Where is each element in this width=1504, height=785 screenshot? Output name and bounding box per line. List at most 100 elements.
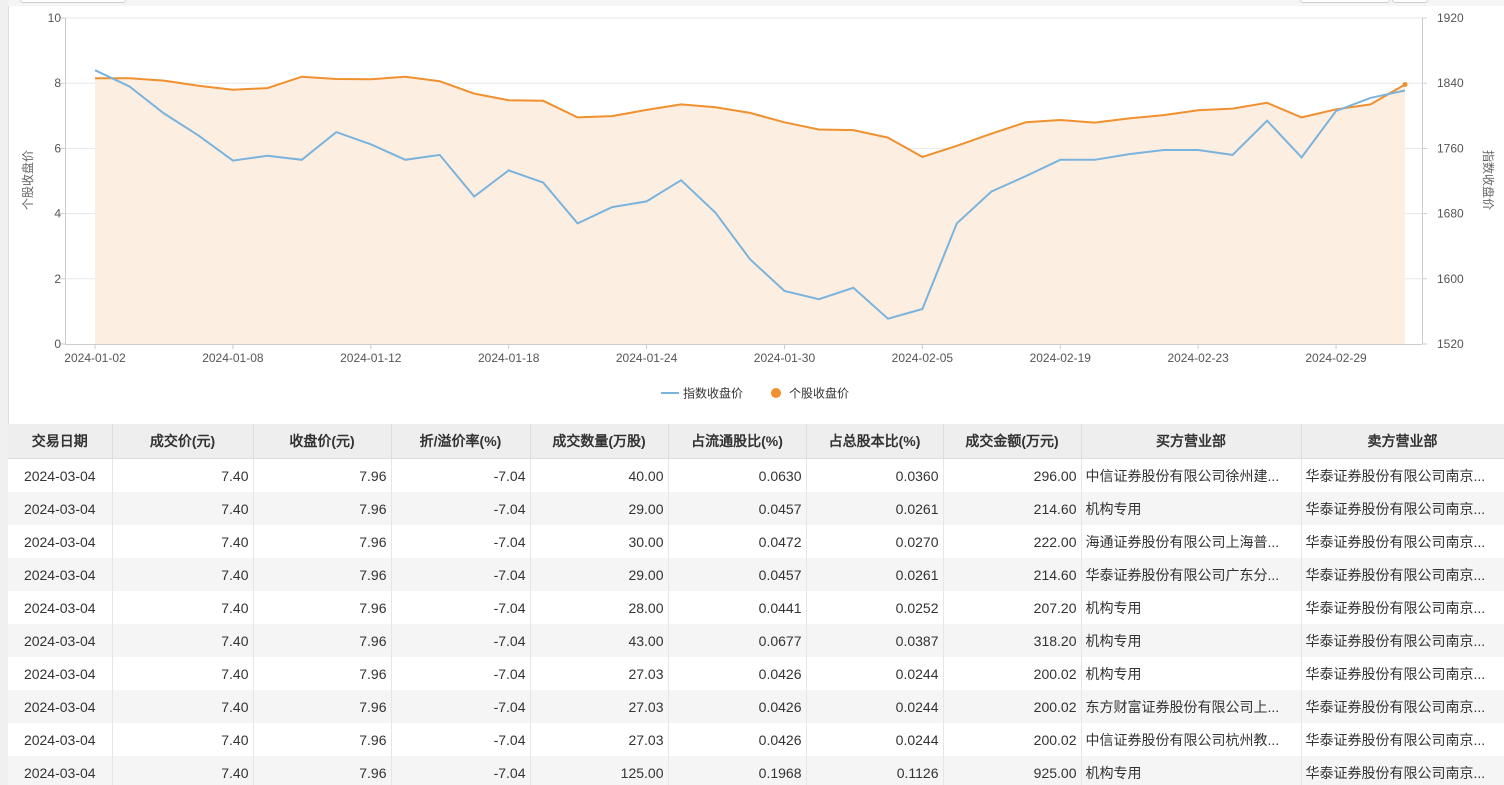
cell-close-price: 7.96 (253, 558, 392, 591)
x-axis-ticks: 2024-01-02 2024-01-08 2024-01-12 2024-01-18… (64, 344, 1367, 365)
y-axis-right-label: 指数收盘价 (1481, 150, 1496, 210)
cell-trade-date: 2024-03-04 (8, 458, 113, 492)
price-chart: 0 2 4 6 8 10 1520 1600 1680 1760 1840 1920 2024-01… (20, 11, 1496, 401)
cell-total-ratio: 0.0244 (806, 657, 944, 690)
cell-close-price: 7.96 (253, 492, 392, 525)
x-tick-label: 2024-01-08 (202, 351, 264, 365)
cell-deal-price: 7.40 (112, 756, 254, 785)
cell-deal-price: 7.40 (112, 591, 254, 624)
y-axis-left-ticks: 0 2 4 6 8 10 (48, 11, 65, 351)
cell-close-price: 7.96 (253, 458, 392, 492)
cell-trade-date: 2024-03-04 (8, 591, 113, 624)
cell-amount: 200.02 (943, 723, 1082, 756)
cell-trade-date: 2024-03-04 (8, 723, 113, 756)
table-row[interactable]: 2024-03-04 7.40 7.96 -7.04 28.00 0.0441 0.0252… (8, 591, 1504, 624)
table-row[interactable]: 2024-03-04 7.40 7.96 -7.04 125.00 0.1968 0.112… (8, 756, 1504, 785)
table-row[interactable]: 2024-03-04 7.40 7.96 -7.04 27.03 0.0426 0.0244… (8, 723, 1504, 756)
cell-float-ratio: 0.0677 (668, 624, 807, 657)
cell-amount: 200.02 (943, 657, 1082, 690)
x-tick-label: 2024-01-18 (478, 351, 540, 365)
cell-premium-rate: -7.04 (391, 723, 531, 756)
cell-trade-date: 2024-03-04 (8, 558, 113, 591)
cell-buyer: 机构专用 (1081, 657, 1302, 690)
cell-buyer: 海通证券股份有限公司上海普... (1081, 525, 1302, 558)
cell-seller: 华泰证券股份有限公司南京... (1301, 657, 1504, 690)
cell-close-price: 7.96 (253, 723, 392, 756)
cell-float-ratio: 0.0426 (668, 657, 807, 690)
cell-close-price: 7.96 (253, 690, 392, 723)
series-point-last (1402, 82, 1408, 88)
cell-float-ratio: 0.1968 (668, 756, 807, 785)
cell-volume: 29.00 (530, 492, 669, 525)
block-trade-table-container[interactable]: 交易日期 成交价(元) 收盘价(元) 折/溢价率(%) 成交数量(万股) 占流通股比(%)… (8, 424, 1504, 785)
cell-volume: 28.00 (530, 591, 669, 624)
cell-premium-rate: -7.04 (391, 591, 531, 624)
cell-premium-rate: -7.04 (391, 525, 531, 558)
cell-float-ratio: 0.0457 (668, 492, 807, 525)
cell-deal-price: 7.40 (112, 492, 254, 525)
table-header-row: 交易日期 成交价(元) 收盘价(元) 折/溢价率(%) 成交数量(万股) 占流通股比(%)… (8, 424, 1504, 459)
table-row[interactable]: 2024-03-04 7.40 7.96 -7.04 27.03 0.0426 0.0244… (8, 657, 1504, 690)
cell-total-ratio: 0.1126 (806, 756, 944, 785)
column-header[interactable]: 收盘价(元) (253, 424, 392, 459)
cell-amount: 207.20 (943, 591, 1082, 624)
cell-deal-price: 7.40 (112, 458, 254, 492)
x-tick-label: 2024-02-23 (1167, 351, 1229, 365)
cell-close-price: 7.96 (253, 624, 392, 657)
y-axis-left-label: 个股收盘价 (20, 150, 35, 210)
cell-float-ratio: 0.0426 (668, 723, 807, 756)
cell-total-ratio: 0.0261 (806, 558, 944, 591)
cell-premium-rate: -7.04 (391, 492, 531, 525)
y-left-tick-label: 6 (54, 141, 61, 155)
y-right-tick-label: 1600 (1437, 272, 1464, 286)
table-row[interactable]: 2024-03-04 7.40 7.96 -7.04 43.00 0.0677 0.0387… (8, 624, 1504, 657)
cell-total-ratio: 0.0360 (806, 458, 944, 492)
column-header[interactable]: 成交数量(万股) (530, 424, 669, 459)
chart-legend[interactable]: 指数收盘价 个股收盘价 (661, 386, 849, 401)
cell-seller: 华泰证券股份有限公司南京... (1301, 690, 1504, 723)
cell-premium-rate: -7.04 (391, 756, 531, 785)
legend-item-stock[interactable]: 个股收盘价 (771, 386, 849, 401)
stock-close-area (95, 76, 1405, 344)
cell-deal-price: 7.40 (112, 723, 254, 756)
cell-float-ratio: 0.0472 (668, 525, 807, 558)
table-row[interactable]: 2024-03-04 7.40 7.96 -7.04 40.00 0.0630 0.0360… (8, 458, 1504, 492)
y-right-tick-label: 1680 (1437, 207, 1464, 221)
column-header[interactable]: 交易日期 (8, 424, 113, 459)
cell-buyer: 中信证券股份有限公司杭州教... (1081, 723, 1302, 756)
cell-premium-rate: -7.04 (391, 624, 531, 657)
y-right-tick-label: 1520 (1437, 337, 1464, 351)
cell-trade-date: 2024-03-04 (8, 657, 113, 690)
cell-close-price: 7.96 (253, 657, 392, 690)
cell-amount: 214.60 (943, 558, 1082, 591)
cell-trade-date: 2024-03-04 (8, 525, 113, 558)
x-tick-label: 2024-02-29 (1305, 351, 1367, 365)
cell-seller: 华泰证券股份有限公司南京... (1301, 458, 1504, 492)
x-tick-label: 2024-02-19 (1030, 351, 1092, 365)
cell-volume: 43.00 (530, 624, 669, 657)
cell-float-ratio: 0.0457 (668, 558, 807, 591)
table-row[interactable]: 2024-03-04 7.40 7.96 -7.04 29.00 0.0457 0.0261… (8, 558, 1504, 591)
y-left-tick-label: 4 (54, 207, 61, 221)
table-row[interactable]: 2024-03-04 7.40 7.96 -7.04 27.03 0.0426 0.0244… (8, 690, 1504, 723)
column-header[interactable]: 成交金额(万元) (943, 424, 1082, 459)
cell-total-ratio: 0.0387 (806, 624, 944, 657)
cell-buyer: 东方财富证券股份有限公司上... (1081, 690, 1302, 723)
y-left-tick-label: 8 (54, 76, 61, 90)
cell-amount: 200.02 (943, 690, 1082, 723)
table-row[interactable]: 2024-03-04 7.40 7.96 -7.04 29.00 0.0457 0.0261… (8, 492, 1504, 525)
y-right-tick-label: 1920 (1437, 11, 1464, 25)
cell-amount: 214.60 (943, 492, 1082, 525)
cell-deal-price: 7.40 (112, 624, 254, 657)
legend-item-index[interactable]: 指数收盘价 (661, 386, 743, 401)
table-row[interactable]: 2024-03-04 7.40 7.96 -7.04 30.00 0.0472 0.0270… (8, 525, 1504, 558)
column-header[interactable]: 折/溢价率(%) (391, 424, 531, 459)
column-header[interactable]: 买方营业部 (1081, 424, 1302, 459)
column-header[interactable]: 占流通股比(%) (668, 424, 807, 459)
column-header[interactable]: 卖方营业部 (1301, 424, 1504, 459)
cell-buyer: 机构专用 (1081, 492, 1302, 525)
cell-premium-rate: -7.04 (391, 657, 531, 690)
cell-buyer: 华泰证券股份有限公司广东分... (1081, 558, 1302, 591)
column-header[interactable]: 占总股本比(%) (806, 424, 944, 459)
column-header[interactable]: 成交价(元) (112, 424, 254, 459)
